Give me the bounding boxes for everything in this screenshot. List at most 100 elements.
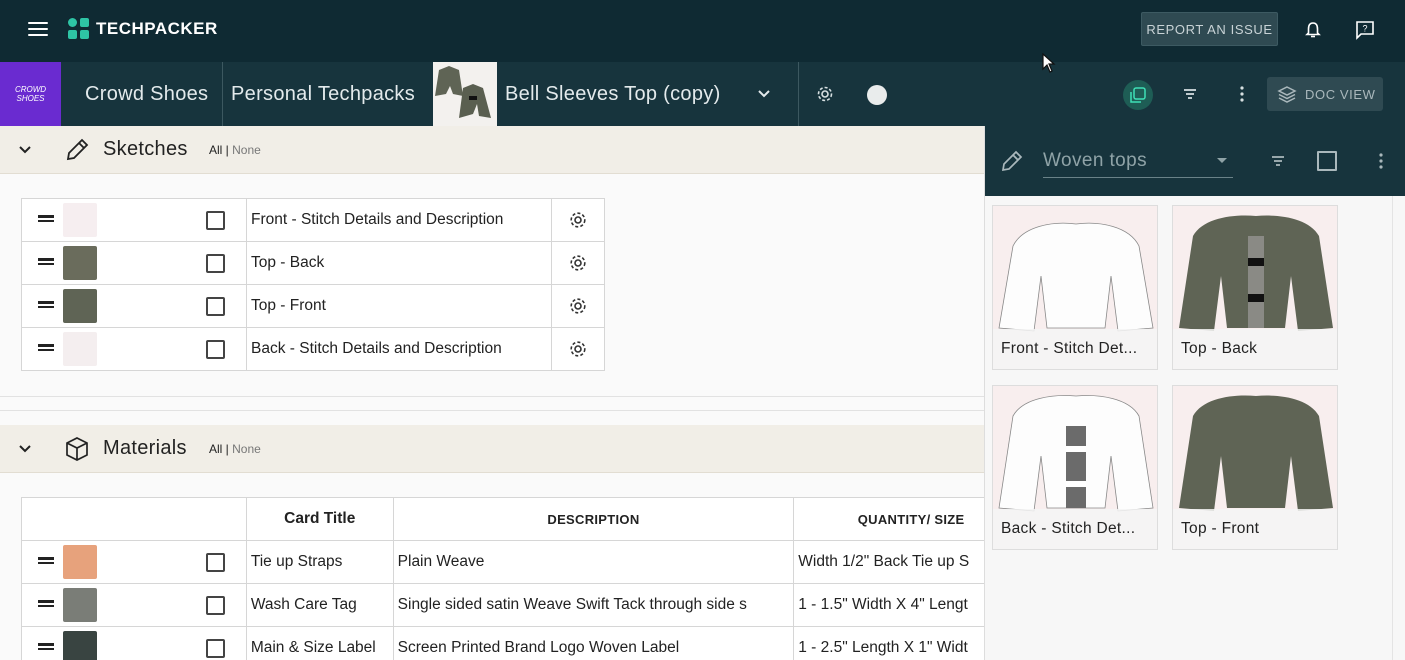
- sketch-thumbnail[interactable]: [63, 203, 97, 237]
- help-chat-icon[interactable]: ?: [1355, 20, 1375, 40]
- sketches-section-header: Sketches All | None: [0, 126, 984, 174]
- material-description[interactable]: Screen Printed Brand Logo Woven Label: [392, 626, 795, 660]
- drag-handle-icon[interactable]: [38, 598, 54, 609]
- sketch-card[interactable]: Back - Stitch Det...: [992, 385, 1158, 550]
- material-thumbnail[interactable]: [63, 545, 97, 579]
- app-logo[interactable]: TECHPACKER: [68, 18, 218, 40]
- sketch-title[interactable]: Top - Front: [246, 284, 552, 328]
- drag-handle-icon[interactable]: [38, 555, 54, 566]
- panel-scrollbar[interactable]: [1392, 196, 1393, 660]
- drag-handle-icon[interactable]: [38, 299, 54, 310]
- select-toggle: All | None: [209, 442, 261, 456]
- sketch-row[interactable]: Back - Stitch Details and Description: [21, 327, 605, 371]
- row-checkbox[interactable]: [206, 595, 225, 615]
- box-icon: [66, 437, 88, 461]
- sketch-row[interactable]: Top - Front: [21, 284, 605, 328]
- drag-handle-icon[interactable]: [38, 256, 54, 267]
- sketch-row[interactable]: Top - Back: [21, 241, 605, 285]
- material-title[interactable]: Main & Size Label: [245, 626, 394, 660]
- select-none-link[interactable]: None: [232, 143, 261, 157]
- filter-icon[interactable]: [1268, 151, 1288, 171]
- brand-thumb-text: CROWD SHOES: [14, 85, 47, 103]
- top-app-bar: TECHPACKER REPORT AN ISSUE ?: [0, 0, 1405, 62]
- column-header-description[interactable]: DESCRIPTION: [392, 497, 795, 541]
- row-checkbox[interactable]: [206, 253, 225, 273]
- materials-section-header: Materials All | None: [0, 425, 984, 473]
- status-dot[interactable]: [867, 85, 887, 105]
- select-all-link[interactable]: All |: [209, 442, 229, 456]
- pencil-icon: [66, 138, 89, 161]
- select-none-link[interactable]: None: [232, 442, 261, 456]
- app-name: TECHPACKER: [96, 19, 218, 38]
- sketch-card[interactable]: Front - Stitch Det...: [992, 205, 1158, 370]
- row-checkbox[interactable]: [206, 339, 225, 359]
- copy-view-button[interactable]: [1123, 80, 1153, 110]
- gear-icon[interactable]: [568, 296, 588, 316]
- material-row[interactable]: Tie up Straps Plain Weave Width 1/2" Back …: [21, 540, 1001, 584]
- settings-icon[interactable]: [815, 84, 835, 104]
- pencil-icon[interactable]: [999, 148, 1025, 174]
- doc-view-button[interactable]: DOC VIEW: [1267, 77, 1383, 111]
- gear-icon[interactable]: [568, 253, 588, 273]
- drag-handle-icon[interactable]: [38, 342, 54, 353]
- more-vert-icon[interactable]: [1371, 151, 1391, 171]
- material-title[interactable]: Tie up Straps: [245, 540, 394, 584]
- sketch-thumbnail[interactable]: [63, 332, 97, 366]
- material-row[interactable]: Wash Care Tag Single sided satin Weave Sw…: [21, 583, 1001, 627]
- more-vert-icon[interactable]: [1232, 84, 1252, 104]
- collapse-chevron-icon[interactable]: [17, 441, 33, 457]
- row-checkbox[interactable]: [206, 296, 225, 316]
- material-thumbnail[interactable]: [63, 588, 97, 622]
- sketches-table: Front - Stitch Details and Description To…: [21, 198, 605, 371]
- product-thumbnail[interactable]: [433, 62, 497, 126]
- select-all-checkbox[interactable]: [1317, 151, 1337, 171]
- column-header-quantity[interactable]: QUANTITY/ SIZE: [793, 497, 1001, 541]
- sketch-card[interactable]: Top - Back: [1172, 205, 1338, 370]
- menu-icon[interactable]: [28, 22, 48, 38]
- chevron-down-icon[interactable]: [754, 84, 774, 104]
- material-row[interactable]: Main & Size Label Screen Printed Brand Lo…: [21, 626, 1001, 660]
- category-select-value: Woven tops: [1043, 150, 1147, 171]
- sketch-settings-cell: [551, 327, 605, 371]
- row-checkbox[interactable]: [206, 638, 225, 658]
- breadcrumb-brand[interactable]: Crowd Shoes: [85, 62, 208, 126]
- material-description[interactable]: Single sided satin Weave Swift Tack thro…: [392, 583, 795, 627]
- sketch-thumbnail[interactable]: [63, 246, 97, 280]
- breadcrumb-product[interactable]: Bell Sleeves Top (copy): [505, 62, 721, 126]
- breadcrumb-folder[interactable]: Personal Techpacks: [231, 62, 415, 126]
- filter-icon[interactable]: [1180, 84, 1200, 104]
- category-select[interactable]: Woven tops: [1043, 150, 1233, 178]
- sketch-title[interactable]: Front - Stitch Details and Description: [246, 198, 552, 242]
- drag-handle-icon[interactable]: [38, 641, 54, 652]
- collapse-chevron-icon[interactable]: [17, 142, 33, 158]
- material-quantity[interactable]: Width 1/2" Back Tie up S: [793, 540, 1001, 584]
- column-header-blank: [21, 497, 247, 541]
- row-controls: [21, 583, 247, 627]
- row-checkbox[interactable]: [206, 552, 225, 572]
- drag-handle-icon[interactable]: [38, 213, 54, 224]
- row-controls: [21, 198, 247, 242]
- sketch-row[interactable]: Front - Stitch Details and Description: [21, 198, 605, 242]
- bell-icon[interactable]: [1303, 20, 1323, 40]
- doc-view-label: DOC VIEW: [1305, 86, 1376, 102]
- gear-icon[interactable]: [568, 210, 588, 230]
- material-title[interactable]: Wash Care Tag: [245, 583, 394, 627]
- gear-icon[interactable]: [568, 339, 588, 359]
- sketch-card-label: Top - Back: [1173, 329, 1337, 369]
- material-quantity[interactable]: 1 - 2.5" Length X 1" Widt: [793, 626, 1001, 660]
- material-quantity[interactable]: 1 - 1.5" Width X 4" Lengt: [793, 583, 1001, 627]
- row-checkbox[interactable]: [206, 210, 225, 230]
- select-all-link[interactable]: All |: [209, 143, 229, 157]
- sketch-thumbnail[interactable]: [63, 289, 97, 323]
- report-issue-button[interactable]: REPORT AN ISSUE: [1141, 12, 1278, 46]
- material-thumbnail[interactable]: [63, 631, 97, 660]
- sketch-title[interactable]: Top - Back: [246, 241, 552, 285]
- column-header-card-title[interactable]: Card Title: [245, 497, 394, 541]
- product-thumb-image: [435, 66, 491, 118]
- panel-header: Woven tops: [985, 126, 1405, 196]
- sketch-card[interactable]: Top - Front: [1172, 385, 1338, 550]
- sketch-title[interactable]: Back - Stitch Details and Description: [246, 327, 552, 371]
- material-description[interactable]: Plain Weave: [392, 540, 795, 584]
- layers-icon: [1277, 86, 1297, 103]
- brand-thumbnail[interactable]: CROWD SHOES: [0, 62, 61, 126]
